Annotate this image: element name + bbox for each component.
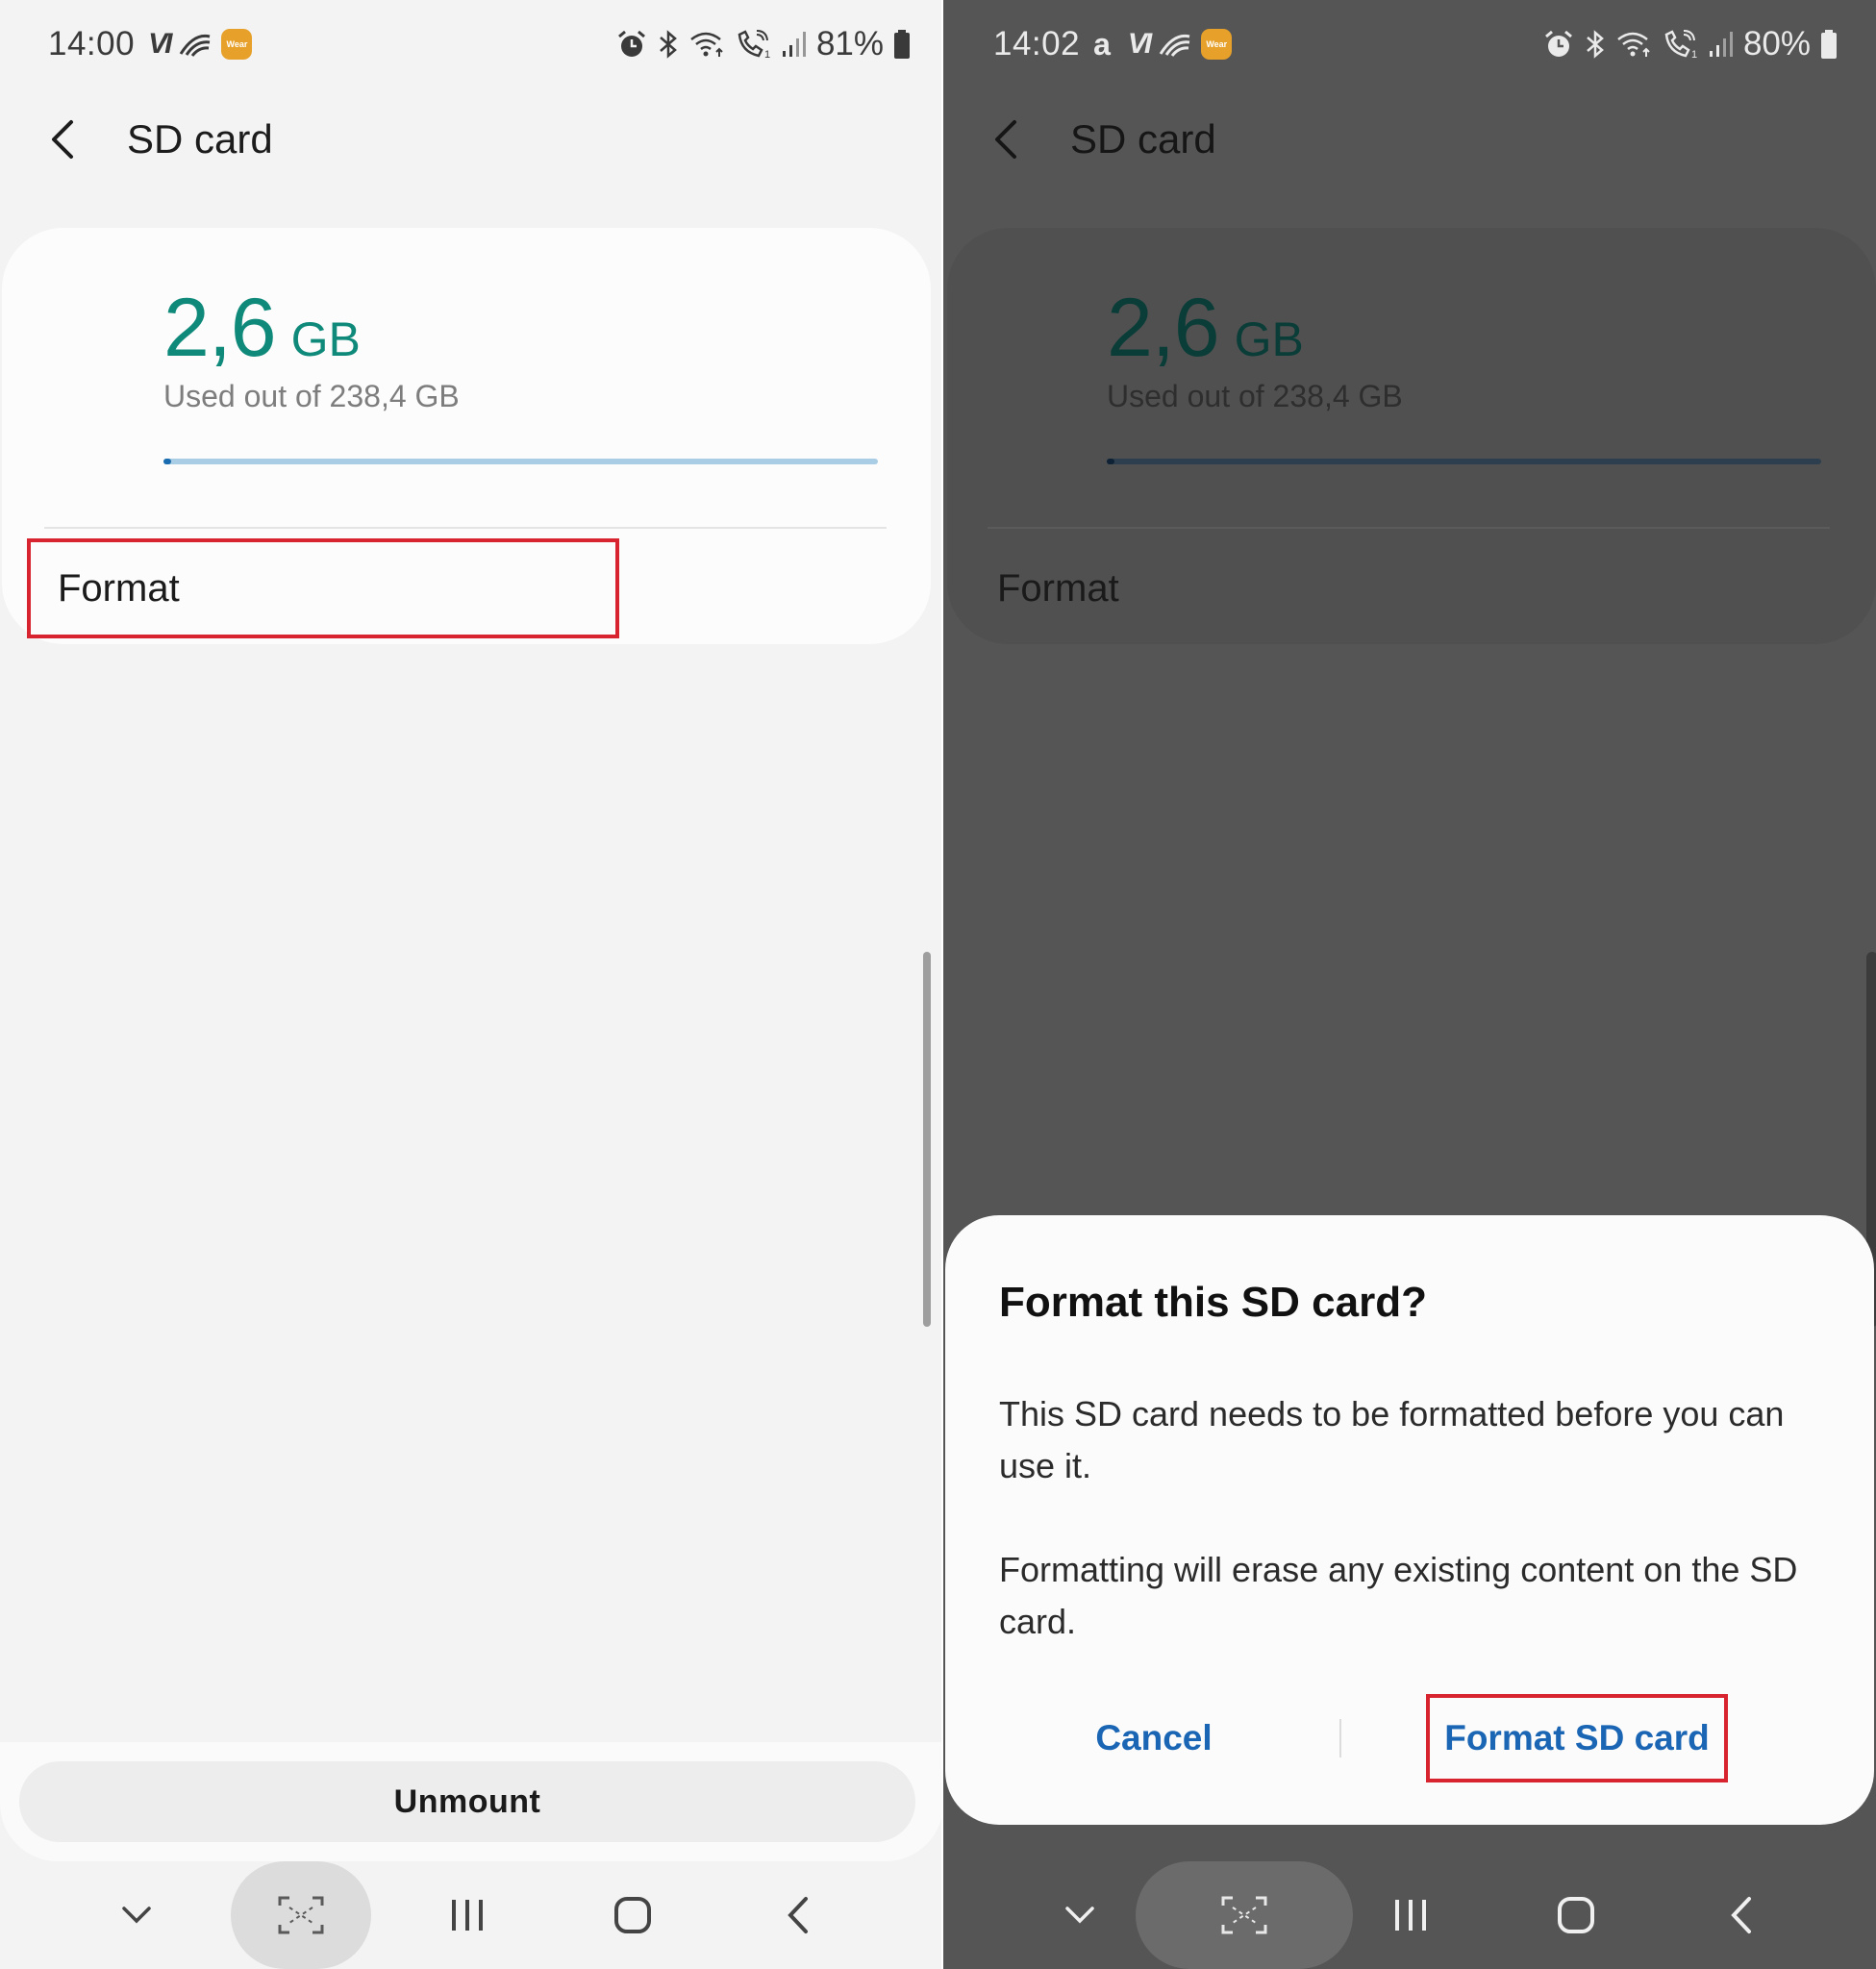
bluetooth-icon xyxy=(1587,30,1604,59)
scrollbar[interactable] xyxy=(923,952,931,1327)
used-unit: GB xyxy=(1234,312,1304,366)
format-label: Format xyxy=(58,566,180,610)
call-icon: 1 xyxy=(738,30,770,60)
app-bar: SD card xyxy=(991,106,1216,173)
wifi-icon xyxy=(1617,32,1650,57)
nav-back-button[interactable] xyxy=(1722,1861,1761,1969)
nav-home-button[interactable] xyxy=(1549,1861,1603,1969)
page-title: SD card xyxy=(127,116,273,162)
alarm-icon xyxy=(1544,30,1572,57)
battery-percent: 81% xyxy=(815,25,884,62)
cast-icon xyxy=(180,34,211,57)
storage-progress-fill xyxy=(163,459,172,464)
nav-screenshot-button[interactable] xyxy=(269,1861,333,1969)
nav-recents-button[interactable] xyxy=(1382,1861,1439,1969)
used-unit: GB xyxy=(290,312,361,366)
signal-icon xyxy=(782,32,806,57)
status-bar: 14:00 VI Wear 1 81% xyxy=(48,21,911,67)
back-chevron-icon xyxy=(52,120,73,159)
battery-icon xyxy=(894,30,910,59)
cast-icon xyxy=(1159,34,1190,57)
dialog-title: Format this SD card? xyxy=(999,1279,1427,1326)
navigation-bar xyxy=(943,1861,1876,1969)
carrier-logo: VI xyxy=(1127,28,1152,60)
wear-app-icon: Wear xyxy=(1201,29,1233,60)
signal-icon xyxy=(1709,32,1733,57)
nav-recents-icon xyxy=(452,1900,483,1931)
storage-progress-bar xyxy=(1107,459,1821,464)
wifi-icon xyxy=(690,32,723,57)
bluetooth-icon xyxy=(660,30,677,59)
button-separator xyxy=(1339,1719,1341,1757)
left-screen: 14:00 VI Wear 1 81% SD card 2,6 GB Used … xyxy=(0,0,943,1969)
nav-down-icon xyxy=(122,1907,151,1924)
nav-hide-button[interactable] xyxy=(1049,1861,1111,1969)
nav-back-icon xyxy=(1731,1897,1751,1933)
storage-progress-bar xyxy=(163,459,878,464)
back-button[interactable] xyxy=(991,111,1049,168)
amazon-app-icon: a xyxy=(1093,26,1111,62)
battery-percent: 80% xyxy=(1742,25,1811,62)
nav-screenshot-button[interactable] xyxy=(1213,1861,1276,1969)
nav-back-button[interactable] xyxy=(779,1861,817,1969)
wear-app-icon: Wear xyxy=(221,29,253,60)
storage-used: 2,6 GB xyxy=(163,281,361,376)
nav-screenshot-icon xyxy=(1221,1896,1267,1934)
format-option[interactable]: Format xyxy=(970,538,1563,638)
storage-used: 2,6 GB xyxy=(1107,281,1304,376)
nav-recents-button[interactable] xyxy=(438,1861,496,1969)
nav-down-icon xyxy=(1065,1907,1094,1924)
status-time: 14:02 xyxy=(993,25,1081,62)
divider xyxy=(44,527,887,529)
used-amount: 2,6 xyxy=(1107,282,1220,374)
nav-home-icon xyxy=(614,1897,651,1933)
unmount-label: Unmount xyxy=(393,1782,541,1820)
call-icon: 1 xyxy=(1664,30,1697,60)
page-title: SD card xyxy=(1070,116,1216,162)
app-bar: SD card xyxy=(48,106,273,173)
dialog-message-2: Formatting will erase any existing conte… xyxy=(999,1550,1798,1641)
status-bar: 14:02 a VI Wear 1 80% xyxy=(993,21,1838,67)
nav-back-icon xyxy=(788,1897,808,1933)
status-time: 14:00 xyxy=(48,25,136,62)
storage-subtitle: Used out of 238,4 GB xyxy=(163,379,460,413)
carrier-logo: VI xyxy=(148,28,172,60)
back-chevron-icon xyxy=(995,120,1016,159)
used-amount: 2,6 xyxy=(163,282,277,374)
cancel-label: Cancel xyxy=(1095,1718,1213,1757)
alarm-icon xyxy=(617,30,645,57)
cancel-button[interactable]: Cancel xyxy=(1064,1694,1243,1782)
format-sd-card-label: Format SD card xyxy=(1444,1718,1710,1757)
dialog-message-1: This SD card needs to be formatted befor… xyxy=(999,1394,1785,1485)
nav-recents-icon xyxy=(1395,1900,1426,1931)
nav-home-button[interactable] xyxy=(606,1861,660,1969)
svg-text:1: 1 xyxy=(1691,49,1697,60)
nav-home-icon xyxy=(1558,1897,1594,1933)
right-screen: 14:02 a VI Wear 1 80% SD card 2,6 GB Use… xyxy=(943,0,1876,1969)
navigation-bar xyxy=(0,1861,943,1969)
svg-text:1: 1 xyxy=(764,49,770,60)
format-option[interactable]: Format xyxy=(27,538,619,638)
format-sd-card-button[interactable]: Format SD card xyxy=(1426,1694,1728,1782)
battery-icon xyxy=(1821,30,1837,59)
back-button[interactable] xyxy=(48,111,106,168)
divider xyxy=(988,527,1830,529)
storage-progress-fill xyxy=(1107,459,1115,464)
storage-subtitle: Used out of 238,4 GB xyxy=(1107,379,1403,413)
nav-hide-button[interactable] xyxy=(106,1861,167,1969)
nav-screenshot-icon xyxy=(278,1896,324,1934)
format-label: Format xyxy=(997,566,1119,610)
unmount-button[interactable]: Unmount xyxy=(19,1761,915,1842)
